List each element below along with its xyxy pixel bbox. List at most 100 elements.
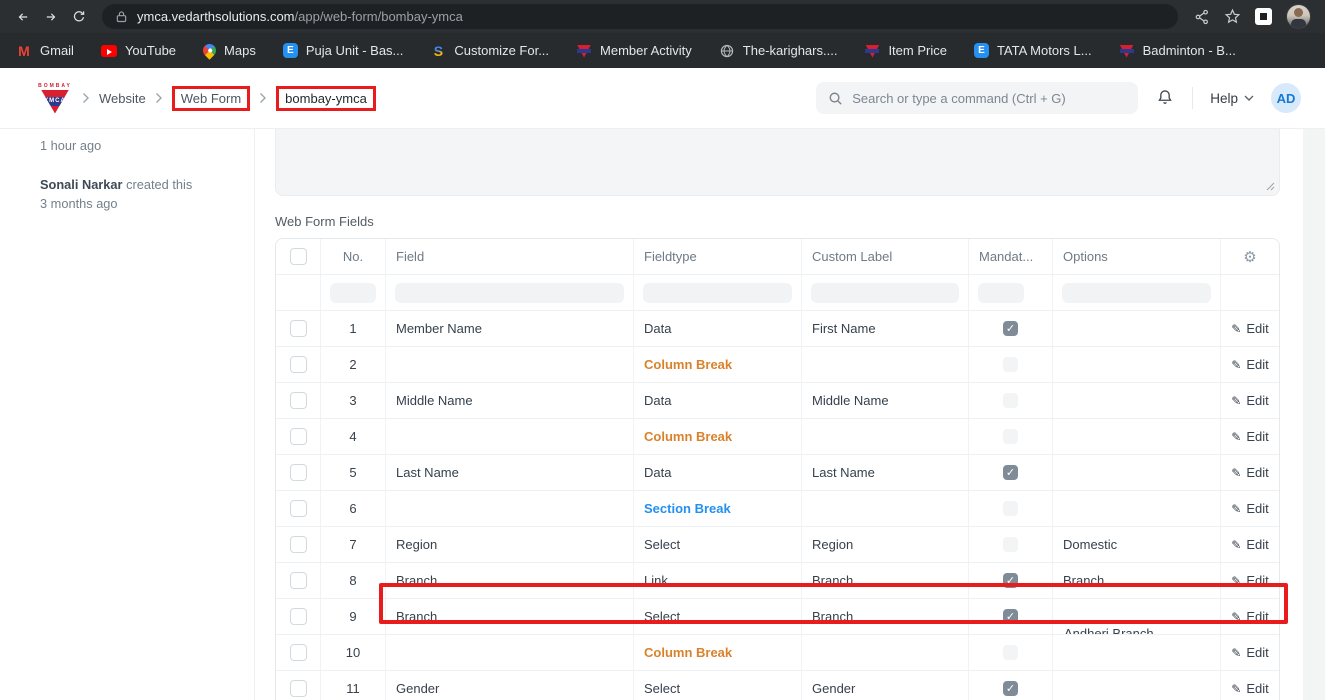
mandatory-checkbox[interactable]: [1003, 501, 1018, 516]
edit-button[interactable]: ✎Edit: [1225, 680, 1274, 697]
mandatory-checkbox[interactable]: ✓: [1003, 573, 1018, 588]
filter-input-mandatory[interactable]: [978, 283, 1024, 303]
bookmark-youtube[interactable]: YouTube: [101, 43, 176, 58]
custom-label-cell: Region: [802, 527, 969, 562]
table-row-2[interactable]: 2Column Break✎Edit: [276, 347, 1279, 383]
breadcrumb-item-website[interactable]: Website: [99, 91, 146, 106]
share-icon[interactable]: [1194, 9, 1210, 25]
mandatory-checkbox[interactable]: [1003, 645, 1018, 660]
extension-icon[interactable]: [1255, 8, 1272, 25]
table-row-4[interactable]: 4Column Break✎Edit: [276, 419, 1279, 455]
filter-input-field[interactable]: [395, 283, 624, 303]
table-row-3[interactable]: 3Middle NameDataMiddle Name✎Edit: [276, 383, 1279, 419]
edit-cell: ✎Edit: [1221, 563, 1279, 598]
table-row-6[interactable]: 6Section Break✎Edit: [276, 491, 1279, 527]
table-row-1[interactable]: 1Member NameDataFirst Name✓✎Edit: [276, 311, 1279, 347]
row-no-cell: 11: [321, 671, 386, 700]
youtube-icon: [101, 45, 117, 57]
ymca-icon: [864, 43, 880, 59]
edit-label: Edit: [1246, 501, 1268, 516]
row-checkbox[interactable]: [290, 644, 307, 661]
user-avatar[interactable]: AD: [1271, 83, 1301, 113]
bookmarks-bar: MGmail YouTube Maps EPuja Unit - Bas... SCus…: [0, 33, 1325, 68]
row-checkbox[interactable]: [290, 572, 307, 589]
filter-input-custom-label[interactable]: [811, 283, 959, 303]
bookmark-member-activity[interactable]: Member Activity: [576, 43, 692, 59]
edit-label: Edit: [1246, 573, 1268, 588]
row-checkbox[interactable]: [290, 608, 307, 625]
chevron-right-icon: [155, 92, 163, 104]
fieldtype-value: Data: [644, 465, 671, 480]
bookmark-the-karighars[interactable]: The-karighars....: [719, 43, 838, 59]
bookmark-maps[interactable]: Maps: [203, 43, 256, 58]
field-cell: Gender: [386, 671, 634, 700]
mandatory-checkbox[interactable]: [1003, 537, 1018, 552]
row-select-cell: [276, 311, 321, 346]
table-row-5[interactable]: 5Last NameDataLast Name✓✎Edit: [276, 455, 1279, 491]
table-row-7[interactable]: 7RegionSelectRegionDomestic✎Edit: [276, 527, 1279, 563]
row-checkbox[interactable]: [290, 680, 307, 697]
mandatory-checkbox[interactable]: ✓: [1003, 321, 1018, 336]
edit-button[interactable]: ✎Edit: [1225, 644, 1274, 661]
bell-icon[interactable]: [1155, 88, 1175, 108]
table-row-11[interactable]: 11GenderSelectGender✓Male✎Edit: [276, 671, 1279, 700]
mandatory-checkbox[interactable]: ✓: [1003, 609, 1018, 624]
fieldtype-cell: Select: [634, 527, 802, 562]
row-checkbox[interactable]: [290, 428, 307, 445]
pencil-icon: ✎: [1231, 646, 1241, 660]
mandatory-checkbox[interactable]: [1003, 429, 1018, 444]
edit-button[interactable]: ✎Edit: [1225, 392, 1274, 409]
bookmark-puja-unit-bas[interactable]: EPuja Unit - Bas...: [283, 43, 404, 58]
browser-profile-avatar[interactable]: [1286, 4, 1311, 29]
select-all-checkbox[interactable]: [290, 248, 307, 265]
edit-button[interactable]: ✎Edit: [1225, 500, 1274, 517]
edit-button[interactable]: ✎Edit: [1225, 356, 1274, 373]
filter-input-fieldtype[interactable]: [643, 283, 792, 303]
address-bar[interactable]: ymca.vedarthsolutions.com/app/web-form/b…: [102, 4, 1178, 29]
edit-button[interactable]: ✎Edit: [1225, 536, 1274, 553]
search-input[interactable]: Search or type a command (Ctrl + G): [816, 82, 1138, 114]
filter-input-options[interactable]: [1062, 283, 1211, 303]
pencil-icon: ✎: [1231, 394, 1241, 408]
bookmark-tata-motors-l[interactable]: ETATA Motors L...: [974, 43, 1092, 58]
mandatory-checkbox[interactable]: [1003, 393, 1018, 408]
mandatory-checkbox[interactable]: ✓: [1003, 681, 1018, 696]
edit-button[interactable]: ✎Edit: [1225, 572, 1274, 589]
comment-textarea[interactable]: [275, 129, 1280, 196]
back-icon[interactable]: [10, 4, 36, 30]
row-checkbox[interactable]: [290, 500, 307, 517]
row-checkbox[interactable]: [290, 356, 307, 373]
edit-button[interactable]: ✎Edit: [1225, 464, 1274, 481]
resize-handle-icon[interactable]: [1265, 181, 1275, 191]
breadcrumb-item-bombay-ymca[interactable]: bombay-ymca: [285, 91, 367, 106]
filter-input-no[interactable]: [330, 283, 376, 303]
chevron-right-icon: [259, 92, 267, 104]
row-checkbox[interactable]: [290, 536, 307, 553]
row-no-cell: 10: [321, 635, 386, 670]
bookmark-star-icon[interactable]: [1224, 8, 1241, 25]
mandatory-checkbox[interactable]: [1003, 357, 1018, 372]
page-scrollbar[interactable]: [1303, 129, 1325, 700]
edit-button[interactable]: ✎Edit: [1225, 320, 1274, 337]
help-menu[interactable]: Help: [1210, 91, 1254, 106]
highlight-box-web-form: Web Form: [172, 86, 250, 111]
field-cell: Region: [386, 527, 634, 562]
forward-icon[interactable]: [38, 4, 64, 30]
table-row-10[interactable]: 10Column Break✎Edit: [276, 635, 1279, 671]
row-checkbox[interactable]: [290, 320, 307, 337]
row-checkbox[interactable]: [290, 464, 307, 481]
table-row-8[interactable]: 8BranchLinkBranch✓Branch✎Edit: [276, 563, 1279, 599]
bookmark-customize-for[interactable]: SCustomize For...: [430, 43, 549, 59]
table-row-9[interactable]: 9BranchSelectBranch✓Andheri Branch✎Edit: [276, 599, 1279, 635]
reload-icon[interactable]: [66, 4, 92, 30]
gear-icon[interactable]: ⚙: [1243, 248, 1256, 266]
edit-button[interactable]: ✎Edit: [1225, 608, 1274, 625]
edit-button[interactable]: ✎Edit: [1225, 428, 1274, 445]
bookmark-item-price[interactable]: Item Price: [864, 43, 947, 59]
bookmark-gmail[interactable]: MGmail: [16, 43, 74, 59]
row-checkbox[interactable]: [290, 392, 307, 409]
bookmark-badminton-b[interactable]: Badminton - B...: [1119, 43, 1236, 59]
mandatory-checkbox[interactable]: ✓: [1003, 465, 1018, 480]
app-logo[interactable]: BOMBAY YMCA: [38, 83, 72, 114]
breadcrumb-item-web-form[interactable]: Web Form: [181, 91, 241, 106]
